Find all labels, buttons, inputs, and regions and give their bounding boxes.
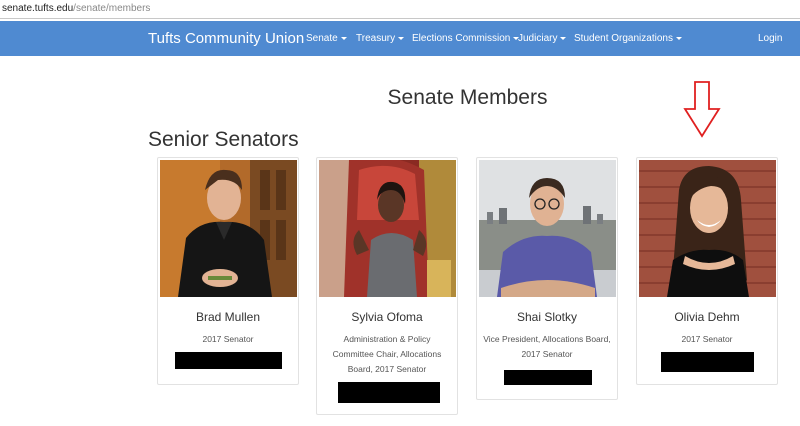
senator-card: Brad Mullen 2017 Senator [157,157,299,385]
chevron-down-icon [560,36,567,40]
senator-card: Sylvia Ofoma Administration & Policy Com… [316,157,458,415]
chevron-down-icon [675,36,682,40]
nav-judiciary-label: Judiciary [518,33,558,44]
url-host: senate.tufts.edu [2,3,74,14]
url-path: /senate/members [73,3,151,14]
nav-treasury[interactable]: Treasury [356,33,405,44]
section-title: Senior Senators [148,128,299,151]
redaction-bar [661,352,754,372]
senator-role: 2017 Senator [681,334,733,344]
top-navbar: Tufts Community Union Senate Treasury El… [0,21,800,56]
nav-senate-label: Senate [306,33,338,44]
redaction-bar [175,352,282,369]
address-bar[interactable]: senate.tufts.edu/senate/members [0,0,800,19]
nav-elections-commission[interactable]: Elections Commission [412,33,520,44]
senator-card: Shai Slotky Vice President, Allocations … [476,157,618,400]
down-arrow-icon [683,81,721,143]
senator-role: Vice President, Allocations Board, 2017 … [483,334,611,359]
brand-link[interactable]: Tufts Community Union [148,30,304,47]
senator-card: Olivia Dehm 2017 Senator [636,157,778,385]
url-text[interactable]: senate.tufts.edu/senate/members [2,3,150,14]
senator-name: Olivia Dehm [674,310,740,324]
senator-photo [160,160,297,297]
senator-photo [319,160,456,297]
nav-student-organizations[interactable]: Student Organizations [574,33,682,44]
nav-treasury-label: Treasury [356,33,396,44]
senator-name: Shai Slotky [516,310,578,324]
senator-photo [479,160,616,297]
senator-photo [639,160,776,297]
nav-judiciary[interactable]: Judiciary [518,33,567,44]
chevron-down-icon [398,36,405,40]
chevron-down-icon [340,36,347,40]
senator-name: Brad Mullen [195,310,261,324]
login-link[interactable]: Login [758,33,782,44]
nav-senate[interactable]: Senate [306,33,347,44]
nav-student-orgs-label: Student Organizations [574,33,673,44]
senator-role: 2017 Senator [202,334,254,344]
senator-role: Administration & Policy Committee Chair,… [332,334,442,374]
redaction-bar [504,370,592,385]
redaction-bar [338,382,440,403]
nav-elections-label: Elections Commission [412,33,511,44]
page-title: Senate Members [387,86,548,109]
senator-name: Sylvia Ofoma [351,310,423,324]
